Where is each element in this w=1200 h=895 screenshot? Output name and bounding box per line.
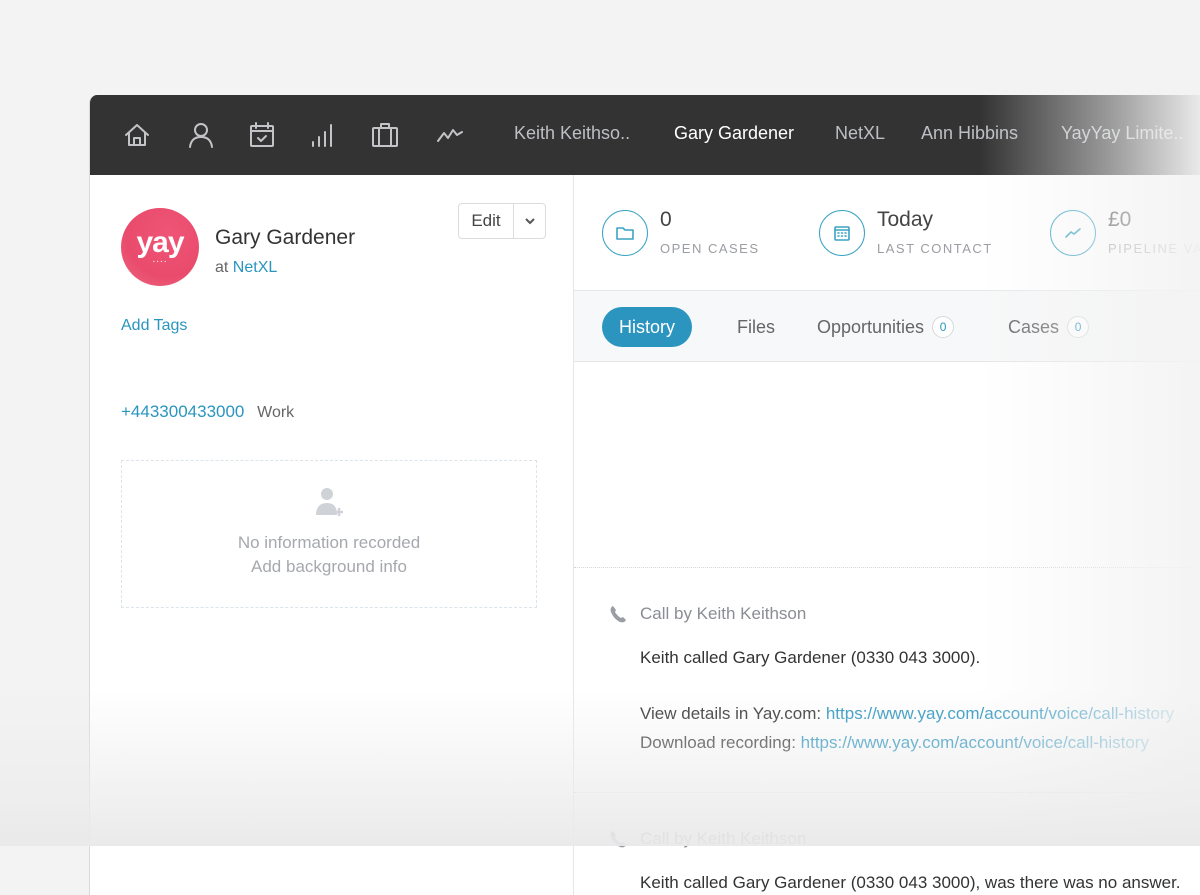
contact-name: Gary Gardener bbox=[215, 226, 356, 249]
recording-label: Download recording: bbox=[640, 733, 796, 752]
phone-type-label: Work bbox=[257, 404, 295, 421]
history-entry-summary: Keith called Gary Gardener (0330 043 300… bbox=[640, 648, 981, 667]
stat-label: OPEN CASES bbox=[660, 241, 760, 256]
phone-number-link[interactable]: +443300433000 bbox=[121, 402, 244, 421]
recent-item-netxl[interactable]: NetXL bbox=[835, 123, 885, 144]
recent-item-yayyay-limited[interactable]: YayYay Limite.. bbox=[1061, 123, 1183, 144]
person-add-icon bbox=[122, 485, 536, 519]
avatar-dots: .... bbox=[152, 254, 168, 265]
history-recording-line: Download recording: https://www.yay.com/… bbox=[640, 733, 1200, 753]
trend-line-icon bbox=[1050, 210, 1096, 256]
tab-label: Cases bbox=[1008, 316, 1060, 337]
history-entry-title: Call by Keith Keithson bbox=[640, 829, 807, 848]
folder-icon bbox=[602, 210, 648, 256]
stat-value: £0 bbox=[1108, 208, 1132, 231]
org-link[interactable]: NetXL bbox=[233, 259, 277, 276]
recording-link[interactable]: https://www.yay.com/account/voice/call-h… bbox=[801, 733, 1149, 752]
briefcase-icon[interactable] bbox=[369, 119, 401, 151]
person-icon[interactable] bbox=[185, 119, 217, 151]
tab-label: History bbox=[619, 316, 676, 337]
tab-opportunities[interactable]: Opportunities 0 bbox=[817, 307, 955, 347]
top-nav-bar: Keith Keithso.. Gary Gardener NetXL Ann … bbox=[90, 95, 1200, 175]
tab-bar: History Files Opportunities 0 Cases 0 bbox=[574, 290, 1200, 362]
recent-item-ann-hibbins[interactable]: Ann Hibbins bbox=[921, 123, 1018, 144]
calendar-icon[interactable] bbox=[246, 119, 278, 151]
edit-button-group: Edit bbox=[458, 203, 546, 239]
main-panel: 0 OPEN CASES Today LAST CONTACT £0 PIPEL… bbox=[574, 175, 1200, 895]
history-details-line: View details in Yay.com: https://www.yay… bbox=[640, 704, 1200, 724]
contact-sidebar: yay .... Gary Gardener at NetXL Edit Add… bbox=[90, 175, 574, 895]
tab-files[interactable]: Files bbox=[737, 307, 775, 347]
history-entry-title: Call by Keith Keithson bbox=[640, 604, 807, 623]
recent-item-gary-gardener[interactable]: Gary Gardener bbox=[674, 123, 794, 144]
phone-icon bbox=[610, 831, 626, 848]
stat-value: 0 bbox=[660, 208, 672, 231]
tab-count-badge: 0 bbox=[1067, 316, 1090, 338]
no-info-text: No information recorded bbox=[237, 533, 421, 552]
stat-value: Today bbox=[877, 208, 934, 231]
signal-bars-icon[interactable] bbox=[307, 119, 339, 151]
calendar-grid-icon bbox=[819, 210, 865, 256]
org-prefix: at bbox=[215, 259, 229, 276]
history-divider bbox=[574, 792, 1200, 793]
contact-organisation: at NetXL bbox=[215, 259, 277, 277]
details-link[interactable]: https://www.yay.com/account/voice/call-h… bbox=[826, 704, 1174, 723]
add-tags-link[interactable]: Add Tags bbox=[121, 317, 187, 335]
tab-label: Opportunities bbox=[817, 316, 925, 337]
phone-row: +443300433000 Work bbox=[121, 402, 294, 422]
details-label: View details in Yay.com: bbox=[640, 704, 822, 723]
history-entry: Call by Keith Keithson Keith called Gary… bbox=[609, 604, 1200, 753]
add-background-info-box[interactable]: No information recorded Add background i… bbox=[121, 460, 537, 608]
avatar: yay .... bbox=[121, 208, 199, 286]
tab-label: Files bbox=[737, 316, 776, 337]
stat-label: LAST CONTACT bbox=[877, 241, 993, 256]
phone-icon bbox=[610, 606, 626, 623]
history-divider bbox=[574, 567, 1200, 568]
history-entry: Call by Keith Keithson Keith called Gary… bbox=[609, 829, 1200, 893]
tab-cases[interactable]: Cases 0 bbox=[1008, 307, 1090, 347]
edit-button[interactable]: Edit bbox=[459, 204, 514, 238]
recent-item-keith-keithson[interactable]: Keith Keithso.. bbox=[514, 123, 630, 144]
history-entry-summary: Keith called Gary Gardener (0330 043 300… bbox=[640, 873, 1181, 892]
tab-count-badge: 0 bbox=[932, 316, 955, 338]
app-window: Keith Keithso.. Gary Gardener NetXL Ann … bbox=[89, 95, 1200, 895]
edit-dropdown-button[interactable] bbox=[514, 204, 545, 238]
add-background-text: Add background info bbox=[251, 557, 407, 576]
home-icon[interactable] bbox=[121, 119, 153, 151]
stat-label: PIPELINE VALUE bbox=[1108, 241, 1200, 256]
tab-history[interactable]: History bbox=[602, 307, 693, 347]
activity-icon[interactable] bbox=[434, 119, 466, 151]
chevron-down-icon bbox=[524, 218, 535, 225]
